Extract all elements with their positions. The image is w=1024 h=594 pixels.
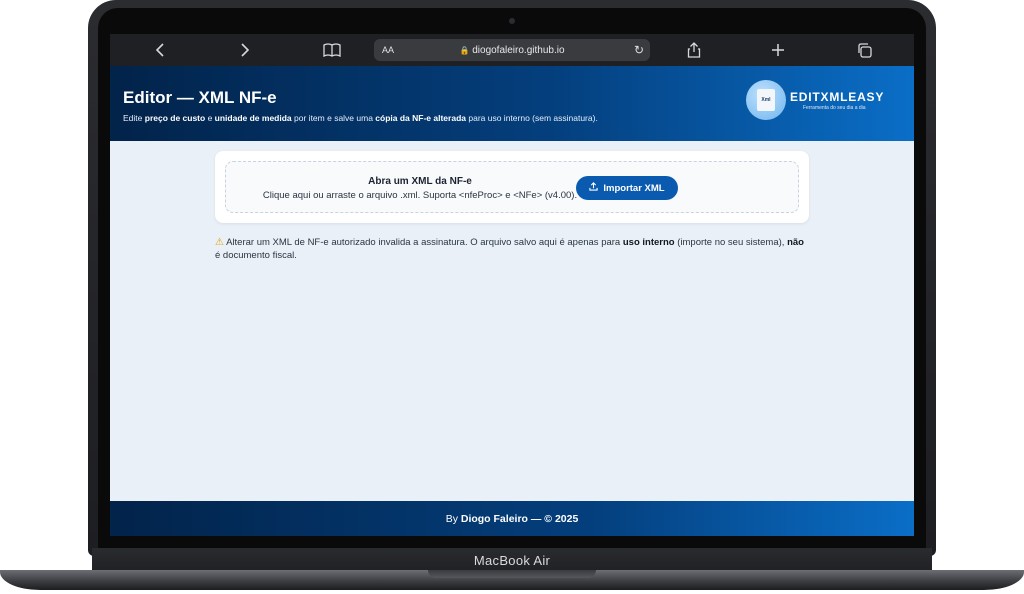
import-xml-button[interactable]: Importar XML (576, 176, 678, 200)
subtitle-bold: cópia da NF-e alterada (375, 113, 466, 123)
warning-text: Alterar um XML de NF-e autorizado invali… (226, 237, 623, 248)
share-icon[interactable] (684, 34, 704, 66)
footer-prefix: By (445, 512, 461, 525)
app-header: Editor — XML NF-e Edite preço de custo e… (110, 66, 914, 141)
warning-bold: uso interno (622, 237, 675, 248)
footer-author: Diogo Faleiro (460, 512, 528, 525)
dropzone-subtitle: Clique aqui ou arraste o arquivo .xml. S… (262, 190, 578, 201)
subtitle-text: para uso interno (sem assinatura). (466, 113, 598, 123)
reader-aa-button[interactable]: AA (382, 45, 394, 55)
forward-icon[interactable] (235, 34, 255, 66)
reload-icon[interactable]: ↻ (634, 43, 644, 57)
logo-tagline: Ferramenta do seu dia a dia (803, 105, 866, 111)
page-title: Editor — XML NF-e (123, 88, 277, 107)
tabs-icon[interactable] (854, 34, 874, 66)
camera-icon (509, 18, 515, 24)
screen: AA 🔒 diogofaleiro.github.io ↻ Editor — X… (110, 34, 914, 536)
upload-icon (589, 182, 599, 194)
warning-notice: ⚠ Alterar um XML de NF-e autorizado inva… (215, 236, 809, 262)
address-bar[interactable]: AA 🔒 diogofaleiro.github.io ↻ (374, 39, 650, 61)
page-subtitle: Edite preço de custo e unidade de medida… (123, 113, 598, 123)
url-text: 🔒 diogofaleiro.github.io (374, 45, 650, 56)
bookmarks-icon[interactable] (320, 34, 344, 66)
subtitle-text: Edite (123, 113, 145, 123)
back-icon[interactable] (150, 34, 170, 66)
lock-icon: 🔒 (459, 45, 470, 55)
xml-dropzone[interactable]: Abra um XML da NF-e Clique aqui ou arras… (225, 161, 799, 213)
warning-bold: não (787, 237, 804, 248)
footer-suffix: — © 2025 (527, 512, 579, 525)
laptop-notch (428, 570, 596, 578)
dropzone-title: Abra um XML da NF-e (368, 176, 472, 187)
laptop-chin: MacBook Air (92, 548, 932, 572)
logo-badge: Xml (746, 80, 786, 120)
url-value: diogofaleiro.github.io (472, 44, 565, 56)
device-label: MacBook Air (473, 552, 551, 568)
browser-toolbar: AA 🔒 diogofaleiro.github.io ↻ (110, 34, 914, 66)
app-footer: By Diogo Faleiro — © 2025 (110, 501, 914, 536)
xml-file-icon: Xml (757, 89, 775, 111)
import-button-label: Importar XML (603, 182, 665, 194)
warning-text: (importe no seu sistema), (674, 237, 788, 248)
subtitle-bold: unidade de medida (214, 113, 292, 123)
subtitle-bold: preço de custo (144, 113, 206, 123)
subtitle-text: por item e salve uma (291, 113, 376, 123)
import-card: Abra um XML da NF-e Clique aqui ou arras… (215, 151, 809, 223)
warning-icon: ⚠ (215, 237, 224, 248)
new-tab-icon[interactable] (768, 34, 788, 66)
subtitle-text: e (205, 113, 215, 123)
logo-wordmark: EDITXMLEASY (790, 90, 885, 104)
logo-icon-text: Xml (761, 97, 771, 103)
warning-text: é documento fiscal. (215, 250, 297, 261)
